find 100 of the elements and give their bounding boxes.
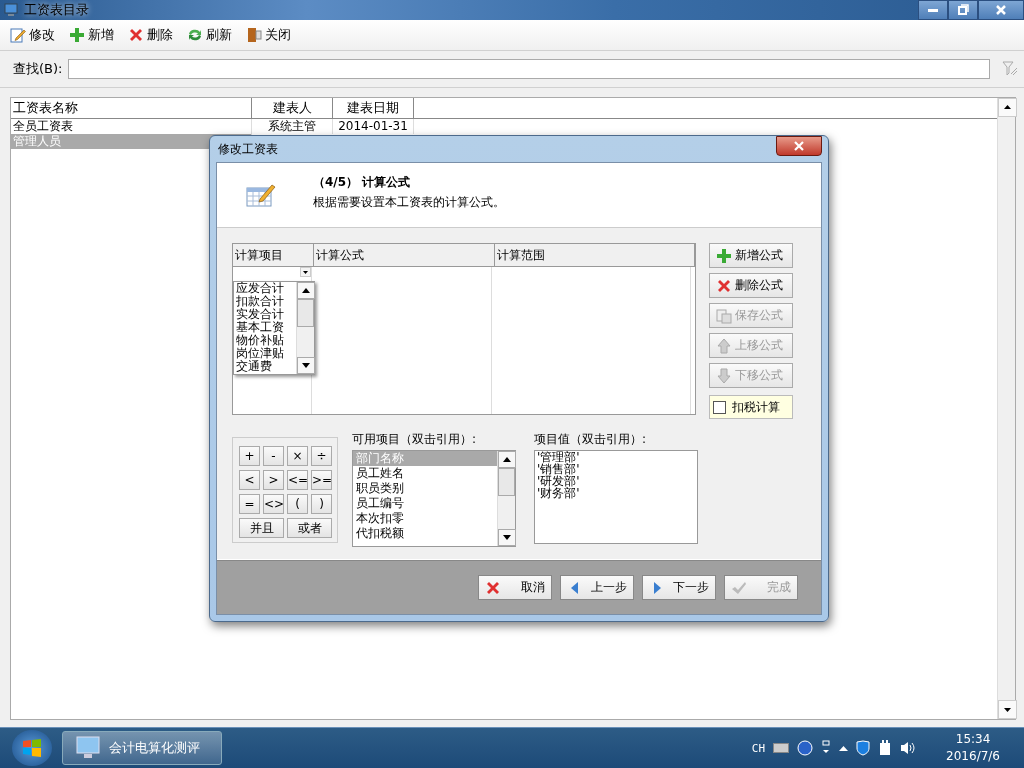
operator-button[interactable]: < xyxy=(239,470,260,490)
help-icon[interactable] xyxy=(797,740,814,756)
close-button[interactable] xyxy=(776,136,822,156)
operator-button[interactable]: - xyxy=(263,446,284,466)
list-item[interactable]: 员工编号 xyxy=(353,496,497,511)
clock-time[interactable]: 15:34 xyxy=(955,731,991,748)
operator-button[interactable]: ( xyxy=(287,494,308,514)
down-arrow-icon xyxy=(716,367,732,384)
keyboard-icon[interactable] xyxy=(773,743,790,753)
table-cell: 系统主管 xyxy=(252,119,333,134)
scroll-thumb[interactable] xyxy=(498,468,515,496)
scroll-up-icon[interactable] xyxy=(998,98,1017,117)
restore-icon xyxy=(957,4,969,16)
scroll-down-icon[interactable] xyxy=(498,529,516,546)
column-header[interactable]: 计算公式 xyxy=(313,244,495,266)
dropdown-option[interactable]: 扣款合计 xyxy=(236,295,296,308)
shield-icon[interactable] xyxy=(856,740,871,756)
tax-checkbox[interactable]: 扣税计算 xyxy=(709,395,793,419)
column-header[interactable]: 计算项目 xyxy=(233,244,314,266)
close-icon xyxy=(995,4,1007,16)
dropdown-option[interactable]: 实发合计 xyxy=(236,308,296,321)
scrollbar[interactable] xyxy=(296,282,314,374)
taskbar-app[interactable]: 会计电算化测评 xyxy=(62,731,222,765)
dropdown-option[interactable]: 物价补贴 xyxy=(236,334,296,347)
dropdown-option[interactable]: 基本工资 xyxy=(236,321,296,334)
scroll-down-icon[interactable] xyxy=(998,700,1017,719)
list-item[interactable]: '研发部' xyxy=(535,475,697,487)
operator-button[interactable]: 并且 xyxy=(239,518,284,538)
wizard-button[interactable]: 下一步 xyxy=(642,575,716,600)
operator-button[interactable]: ) xyxy=(311,494,332,514)
windows-flag-icon xyxy=(21,737,43,759)
scrollbar[interactable] xyxy=(997,98,1015,719)
pencil-icon xyxy=(10,27,26,43)
column-header[interactable]: 计算范围 xyxy=(494,244,695,266)
operator-button[interactable]: × xyxy=(287,446,308,466)
search-field[interactable] xyxy=(68,59,990,79)
start-button[interactable] xyxy=(12,730,52,766)
operator-button[interactable]: <> xyxy=(263,494,284,514)
scroll-up-icon[interactable] xyxy=(297,282,315,299)
operator-button[interactable]: ÷ xyxy=(311,446,332,466)
wizard-button[interactable]: 上一步 xyxy=(560,575,634,600)
step-title: （4/5） 计算公式 xyxy=(313,173,412,191)
list-item[interactable]: 员工姓名 xyxy=(353,466,497,481)
plus-icon xyxy=(716,247,732,264)
up-arrow-icon[interactable] xyxy=(839,745,849,751)
wizard-button[interactable]: 取消 xyxy=(478,575,552,600)
operator-button[interactable]: >= xyxy=(311,470,332,490)
operator-button[interactable]: 或者 xyxy=(287,518,332,538)
list-label: 项目值（双击引用）: xyxy=(534,431,648,448)
table-cell: 2014-01-31 xyxy=(333,119,414,134)
caret-icon[interactable] xyxy=(821,740,832,756)
toolbar-button[interactable]: 新增 xyxy=(67,24,116,46)
minimize-icon xyxy=(927,6,939,14)
minimize-button[interactable] xyxy=(918,0,948,20)
toolbar-button[interactable]: 修改 xyxy=(8,24,57,46)
table-pencil-icon xyxy=(246,182,276,208)
operator-button[interactable]: = xyxy=(239,494,260,514)
operator-button[interactable]: > xyxy=(263,470,284,490)
power-plug-icon[interactable] xyxy=(878,740,893,756)
list-item[interactable]: '财务部' xyxy=(535,487,697,499)
list-item[interactable]: 本次扣零 xyxy=(353,511,497,526)
list-item[interactable]: '销售部' xyxy=(535,463,697,475)
restore-button[interactable] xyxy=(948,0,978,20)
list-item[interactable]: '管理部' xyxy=(535,451,697,463)
cross-icon xyxy=(128,27,144,43)
scroll-down-icon[interactable] xyxy=(297,357,315,374)
monitor-icon xyxy=(75,736,101,760)
language-indicator[interactable]: CH xyxy=(751,741,766,755)
toolbar-button[interactable]: 删除 xyxy=(126,24,175,46)
list-label: 可用项目（双击引用）: xyxy=(352,431,478,448)
list-item[interactable]: 代扣税额 xyxy=(353,526,497,541)
plus-icon xyxy=(69,27,85,43)
dropdown-option[interactable]: 应发合计 xyxy=(236,282,296,295)
window-title: 工资表目录 xyxy=(24,1,89,19)
clock-date[interactable]: 2016/7/6 xyxy=(946,748,1000,765)
checkbox[interactable] xyxy=(713,400,726,414)
toolbar-button[interactable]: 刷新 xyxy=(185,24,234,46)
dropdown-option[interactable]: 岗位津贴 xyxy=(236,347,296,360)
refresh-icon xyxy=(187,27,203,43)
operator-button[interactable]: <= xyxy=(287,470,308,490)
scroll-up-icon[interactable] xyxy=(498,451,516,468)
toolbar-button[interactable]: 关闭 xyxy=(244,24,293,46)
close-icon xyxy=(793,141,805,151)
copy-icon xyxy=(716,307,732,324)
close-button[interactable] xyxy=(978,0,1024,20)
column-header[interactable]: 工资表名称 xyxy=(11,98,252,118)
door-icon xyxy=(246,27,262,43)
speaker-icon[interactable] xyxy=(900,741,917,755)
cross-icon xyxy=(485,579,501,596)
up-arrow-icon xyxy=(716,337,732,354)
operator-button[interactable]: + xyxy=(239,446,260,466)
formula-button[interactable]: 删除公式 xyxy=(709,273,793,298)
monitor-icon xyxy=(4,3,18,17)
scroll-thumb[interactable] xyxy=(297,299,314,327)
scrollbar[interactable] xyxy=(497,451,515,546)
cross-icon xyxy=(716,277,732,294)
list-item[interactable]: 职员类别 xyxy=(353,481,497,496)
dropdown-option[interactable]: 交通费 xyxy=(236,360,296,373)
formula-button[interactable]: 新增公式 xyxy=(709,243,793,268)
search-label: 查找(B): xyxy=(13,60,63,78)
